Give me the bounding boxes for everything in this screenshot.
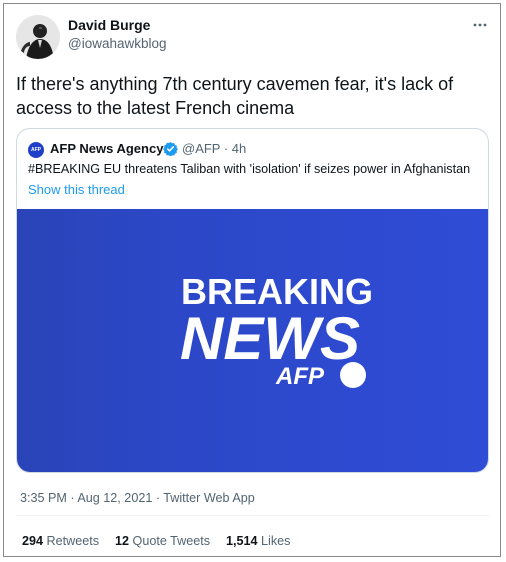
breaking-news-graphic: BREAKING NEWS AFP bbox=[180, 271, 373, 390]
quote-tweets-stat[interactable]: 12 Quote Tweets bbox=[115, 534, 210, 548]
author-avatar[interactable] bbox=[16, 15, 60, 59]
show-thread-link[interactable]: Show this thread bbox=[28, 182, 125, 197]
quoted-media-image[interactable]: BREAKING NEWS AFP bbox=[17, 209, 488, 472]
tweet-card: David Burge @iowahawkblog If there's any… bbox=[3, 3, 501, 557]
verified-icon bbox=[163, 141, 178, 157]
quoted-tweet[interactable]: AFP AFP News Agency @AFP · 4h #BREAKING … bbox=[16, 128, 489, 473]
media-logo: AFP bbox=[275, 363, 325, 390]
tweet-stats: 294 Retweets 12 Quote Tweets 1,514 Likes bbox=[22, 534, 290, 548]
quoted-author-name[interactable]: AFP News Agency bbox=[50, 141, 163, 156]
divider bbox=[16, 515, 489, 516]
tweet-timestamp[interactable]: 3:35 PM · Aug 12, 2021 · Twitter Web App bbox=[20, 491, 255, 505]
tweet-text: If there's anything 7th century cavemen … bbox=[16, 74, 454, 118]
quoted-handle-time: @AFP · 4h bbox=[182, 141, 247, 156]
quoted-avatar[interactable]: AFP bbox=[28, 142, 44, 158]
author-handle[interactable]: @iowahawkblog bbox=[68, 36, 167, 51]
quoted-text: #BREAKING EU threatens Taliban with 'iso… bbox=[28, 162, 471, 176]
media-line2: NEWS bbox=[180, 305, 360, 372]
retweets-stat[interactable]: 294 Retweets bbox=[22, 534, 99, 548]
author-name[interactable]: David Burge bbox=[68, 17, 150, 33]
afp-logo-dot bbox=[340, 362, 366, 388]
likes-stat[interactable]: 1,514 Likes bbox=[226, 534, 290, 548]
more-icon[interactable] bbox=[472, 18, 488, 32]
